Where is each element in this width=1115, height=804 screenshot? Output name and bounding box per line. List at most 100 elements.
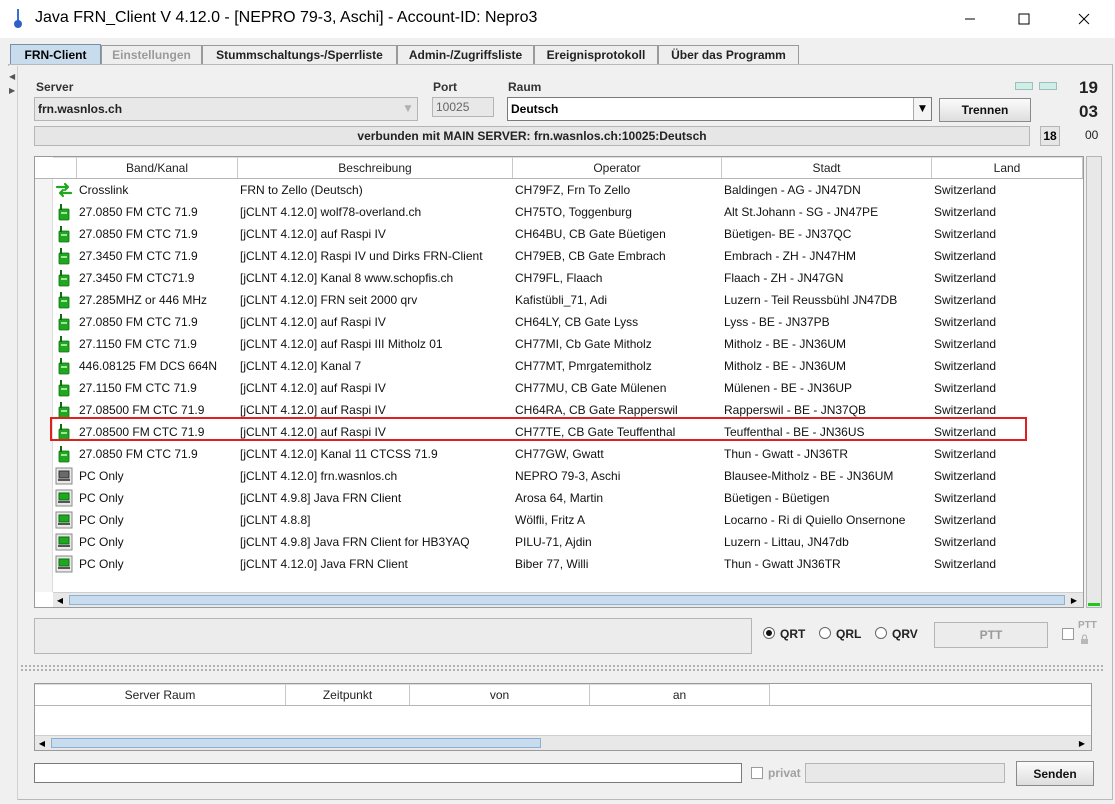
description-cell: FRN to Zello (Deutsch) [240, 183, 363, 197]
city-cell: Flaach - ZH - JN47GN [724, 271, 844, 285]
collapse-left-icon[interactable]: ◀ [9, 72, 15, 81]
radio-qrl-label: QRL [836, 627, 862, 641]
table-row[interactable]: PC Only [jCLNT 4.9.8] Java FRN Client for… [35, 531, 1083, 553]
description-cell: [jCLNT 4.12.0] auf Raspi IV [240, 227, 386, 241]
country-cell: Switzerland [934, 271, 997, 285]
scroll-left-icon[interactable]: ◀ [53, 593, 67, 607]
private-checkbox[interactable] [751, 767, 763, 779]
band-cell: PC Only [79, 469, 124, 483]
ptt-lock-checkbox[interactable] [1062, 628, 1074, 640]
column-header-to[interactable]: an [590, 684, 770, 705]
table-row[interactable]: PC Only [jCLNT 4.12.0] Java FRN Client Bib… [35, 553, 1083, 575]
private-recipient-field[interactable] [805, 763, 1005, 783]
port-field[interactable]: 10025 [432, 97, 494, 117]
country-cell: Switzerland [934, 447, 997, 461]
send-button[interactable]: Senden [1016, 761, 1094, 786]
client-table-hscrollbar[interactable]: ◀ ▶ [53, 592, 1083, 607]
gateway-radio-icon [55, 203, 73, 221]
table-row[interactable]: 27.1150 FM CTC 71.9 [jCLNT 4.12.0] auf Ra… [35, 333, 1083, 355]
message-display [34, 618, 752, 654]
operator-cell: CH77MT, Pmrgatemitholz [515, 359, 652, 373]
gateway-radio-icon [55, 379, 73, 397]
description-cell: [jCLNT 4.8.8] [240, 513, 311, 527]
table-row[interactable]: 27.0850 FM CTC 71.9 [jCLNT 4.12.0] wolf78… [35, 201, 1083, 223]
operator-cell: CH77MI, Cb Gate Mitholz [515, 337, 652, 351]
expand-right-icon[interactable]: ▶ [9, 86, 15, 95]
band-cell: 446.08125 FM DCS 664N [79, 359, 218, 373]
radio-qrv[interactable] [875, 627, 887, 639]
scroll-left-icon[interactable]: ◀ [35, 736, 49, 750]
gateway-radio-icon [55, 445, 73, 463]
server-field[interactable]: frn.wasnlos.ch [34, 97, 418, 121]
country-cell: Switzerland [934, 183, 997, 197]
tab-ueber-programm[interactable]: Über das Programm [658, 45, 799, 64]
maximize-button[interactable] [1001, 0, 1047, 38]
band-cell: 27.0850 FM CTC 71.9 [79, 447, 198, 461]
close-icon [1078, 13, 1090, 25]
table-row[interactable]: PC Only [jCLNT 4.9.8] Java FRN Client Aros… [35, 487, 1083, 509]
close-button[interactable] [1061, 0, 1107, 38]
radio-qrl[interactable] [819, 627, 831, 639]
gateway-radio-icon [55, 291, 73, 309]
room-select[interactable]: Deutsch [507, 97, 932, 121]
minimize-button[interactable] [947, 0, 993, 38]
server-dropdown-icon[interactable]: ▼ [399, 98, 417, 120]
tab-frn-client[interactable]: FRN-Client [10, 44, 101, 65]
table-row[interactable]: 27.3450 FM CTC71.9 [jCLNT 4.12.0] Kanal 8… [35, 267, 1083, 289]
chat-input[interactable] [34, 763, 742, 783]
table-row[interactable]: 27.0850 FM CTC 71.9 [jCLNT 4.12.0] Kanal … [35, 443, 1083, 465]
table-row[interactable]: PC Only [jCLNT 4.12.0] frn.wasnlos.ch NEPR… [35, 465, 1083, 487]
column-header-country[interactable]: Land [932, 157, 1083, 178]
tab-admin-zugriff[interactable]: Admin-/Zugriffsliste [397, 45, 534, 64]
description-cell: [jCLNT 4.9.8] Java FRN Client [240, 491, 402, 505]
city-cell: Thun - Gwatt JN36TR [724, 557, 841, 571]
table-row[interactable]: 27.3450 FM CTC 71.9 [jCLNT 4.12.0] Raspi … [35, 245, 1083, 267]
collapse-strip[interactable]: ◀ ▶ [8, 66, 18, 800]
pc-green-icon [55, 511, 73, 529]
table-row[interactable]: 27.1150 FM CTC 71.9 [jCLNT 4.12.0] auf Ra… [35, 377, 1083, 399]
scroll-right-icon[interactable]: ▶ [1075, 736, 1089, 750]
messages-table-header: Server Raum Zeitpunkt von an [35, 684, 1091, 706]
city-cell: Baldingen - AG - JN47DN [724, 183, 861, 197]
table-row[interactable]: 27.285MHZ or 446 MHz [jCLNT 4.12.0] FRN s… [35, 289, 1083, 311]
city-cell: Embrach - ZH - JN47HM [724, 249, 857, 263]
country-cell: Switzerland [934, 359, 997, 373]
ptt-button[interactable]: PTT [934, 622, 1048, 648]
description-cell: [jCLNT 4.12.0] Raspi IV und Dirks FRN-Cl… [240, 249, 483, 263]
scrollbar-thumb[interactable] [51, 738, 541, 748]
table-row[interactable]: 27.0850 FM CTC 71.9 [jCLNT 4.12.0] auf Ra… [35, 223, 1083, 245]
disconnect-button[interactable]: Trennen [939, 98, 1031, 122]
gateway-radio-icon [55, 269, 73, 287]
column-header-description[interactable]: Beschreibung [238, 157, 513, 178]
ptt-lock-label: PTT [1078, 620, 1097, 631]
tab-einstellungen[interactable]: Einstellungen [101, 45, 202, 64]
highlight-marker [50, 417, 1027, 441]
scroll-right-icon[interactable]: ▶ [1067, 593, 1081, 607]
icon-column-header[interactable] [53, 157, 77, 178]
radio-qrt[interactable] [763, 627, 775, 639]
column-header-server-room[interactable]: Server Raum [35, 684, 286, 705]
messages-hscrollbar[interactable]: ◀ ▶ [35, 735, 1091, 750]
tab-ereignisprotokoll[interactable]: Ereignisprotokoll [534, 45, 658, 64]
operator-cell: Arosa 64, Martin [515, 491, 604, 505]
description-cell: [jCLNT 4.9.8] Java FRN Client for HB3YAQ [240, 535, 470, 549]
splitter-handle[interactable] [20, 664, 1104, 672]
minimize-icon [965, 18, 975, 20]
country-cell: Switzerland [934, 469, 997, 483]
maximize-icon [1018, 13, 1030, 25]
table-row[interactable]: 27.0850 FM CTC 71.9 [jCLNT 4.12.0] auf Ra… [35, 311, 1083, 333]
table-row[interactable]: Crosslink FRN to Zello (Deutsch) CH79FZ, F… [35, 179, 1083, 201]
city-cell: Büetigen - Büetigen [724, 491, 830, 505]
country-cell: Switzerland [934, 491, 997, 505]
room-dropdown-icon[interactable]: ▼ [913, 98, 931, 120]
city-cell: Locarno - Ri di Quiello Onsernone [724, 513, 906, 527]
scrollbar-thumb[interactable] [69, 595, 1065, 605]
tab-stummschaltung[interactable]: Stummschaltungs-/Sperrliste [202, 45, 397, 64]
column-header-time[interactable]: Zeitpunkt [286, 684, 410, 705]
table-row[interactable]: 446.08125 FM DCS 664N [jCLNT 4.12.0] Kana… [35, 355, 1083, 377]
table-row[interactable]: PC Only [jCLNT 4.8.8] Wölfli, Fritz A Locar… [35, 509, 1083, 531]
column-header-operator[interactable]: Operator [513, 157, 722, 178]
column-header-band[interactable]: Band/Kanal [77, 157, 238, 178]
column-header-city[interactable]: Stadt [722, 157, 932, 178]
column-header-from[interactable]: von [410, 684, 590, 705]
